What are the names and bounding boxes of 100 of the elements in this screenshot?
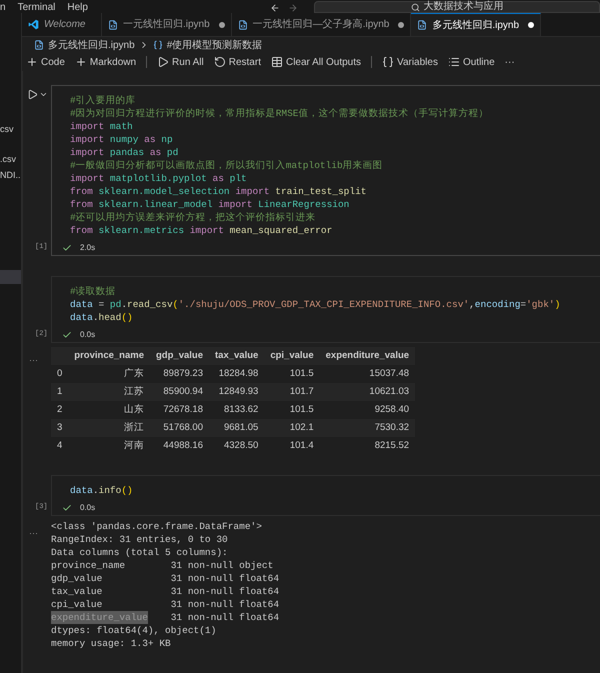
code-line: import math — [70, 120, 133, 133]
table-cell: 18284.98 — [218, 368, 258, 379]
execution-time: 0.0s — [80, 328, 96, 340]
output-line: memory usage: 1.3+ KB — [51, 637, 171, 650]
table-cell: 9258.40 — [374, 404, 410, 415]
search-field[interactable]: 大数据技术与应用 — [314, 1, 600, 13]
row-index: 0 — [57, 368, 62, 379]
table-cell: 101.4 — [290, 440, 314, 451]
toolbar-button[interactable]: Code — [26, 54, 65, 70]
column-info: 31 non-null object — [170, 559, 274, 572]
execution-time: 0.0s — [80, 502, 96, 514]
output-line: dtypes: float64(4), object(1) — [51, 624, 216, 637]
menu-item[interactable]: n — [0, 2, 6, 13]
column-header: expenditure_value — [326, 350, 410, 361]
menu-item[interactable]: Help — [67, 2, 88, 13]
cell-icon — [152, 40, 163, 50]
toolbar-button[interactable]: Outline — [448, 54, 495, 70]
code-cell[interactable] — [51, 85, 600, 256]
table-cell: 44988.16 — [163, 440, 203, 451]
column-name: expenditure_value — [51, 611, 148, 624]
code-line: import numpy as np — [70, 133, 173, 146]
toolbar-button[interactable]: Restart — [214, 54, 261, 70]
back-arrow-icon[interactable] — [270, 3, 280, 13]
table-cell: 101.7 — [290, 386, 314, 397]
code-line: data.head() — [70, 311, 133, 324]
check-icon — [62, 502, 72, 512]
table-cell: 河南 — [124, 440, 144, 451]
table-cell: 广东 — [124, 368, 144, 379]
restart-icon — [214, 56, 226, 68]
code-line: from sklearn.linear_model import LinearRegression — [70, 198, 350, 211]
column-name: province_name — [51, 559, 126, 572]
code-line: #一般做回归分析都可以画散点图，所以我们引入matplotlib用来画图 — [70, 159, 383, 172]
output-marker[interactable]: ··· — [29, 355, 38, 365]
column-info: 31 non-null float64 — [170, 585, 280, 598]
notebook-file-icon — [417, 20, 428, 30]
table-cell: 101.5 — [290, 404, 314, 415]
table-cell: 101.5 — [290, 368, 314, 379]
code-line: #读取数据 — [70, 285, 116, 298]
sidebar-item[interactable]: .csv — [0, 152, 21, 166]
run-icon — [157, 56, 170, 68]
output-marker[interactable]: ··· — [29, 528, 38, 538]
row-index: 3 — [57, 422, 62, 433]
editor-tab[interactable]: 多元线性回归.ipynb — [411, 13, 542, 36]
table-cell: 10621.03 — [369, 386, 410, 397]
table-cell: 8133.62 — [224, 404, 258, 415]
breadcrumb-item[interactable]: #使用模型预测新数据 — [166, 38, 262, 52]
column-header: province_name — [74, 350, 144, 361]
table-cell: 102.1 — [290, 422, 314, 433]
plus-icon — [26, 56, 38, 68]
table-cell: 江苏 — [124, 386, 144, 397]
output-line: <class 'pandas.core.frame.DataFrame'> — [51, 520, 262, 533]
toolbar-button[interactable]: Run All — [157, 54, 204, 70]
toolbar-button[interactable]: Clear All Outputs — [270, 54, 362, 70]
table-cell: 72678.18 — [163, 404, 203, 415]
sidebar-item[interactable]: NDI... — [0, 168, 21, 182]
table-cell: 15037.48 — [369, 368, 410, 379]
run-cell-icon[interactable] — [27, 89, 38, 100]
table-cell: 9681.05 — [224, 422, 258, 433]
notebook-file-icon — [108, 20, 118, 30]
output-line: Data columns (total 5 columns): — [51, 546, 228, 559]
variables-icon — [382, 56, 394, 68]
plus-icon — [74, 56, 87, 68]
check-icon — [62, 330, 72, 340]
notebook-file-icon — [238, 20, 248, 30]
toolbar-button[interactable]: Variables — [382, 54, 438, 70]
column-name: gdp_value — [51, 572, 102, 585]
editor-tab[interactable]: 一元线性回归.ipynb — [102, 13, 232, 36]
forward-arrow-icon[interactable] — [288, 3, 298, 13]
code-cell[interactable]: #读取数据 data = pd.read_csv('./shuju/ODS_PROV_GDP_TAX_CPI_EXPENDITURE_INFO.csv',encoding='gbk') data.head() 0.0s — [51, 276, 600, 343]
sidebar-item[interactable]: csv — [0, 122, 21, 136]
table-cell: 8215.52 — [374, 440, 410, 451]
column-name: cpi_value — [51, 598, 102, 611]
column-header: cpi_value — [270, 350, 314, 361]
menu-item[interactable]: Terminal — [18, 2, 56, 13]
row-index: 2 — [57, 404, 62, 415]
code-line: #引入要用的库 — [70, 94, 136, 107]
code-line: import pandas as pd — [70, 146, 178, 159]
column-name: tax_value — [51, 585, 102, 598]
column-info: 31 non-null float64 — [170, 598, 280, 611]
toolbar-button[interactable]: ··· — [504, 54, 515, 70]
code-line: data = pd.read_csv('./shuju/ODS_PROV_GDP_TAX_CPI_EXPENDITURE_INFO.csv',encoding='gbk') — [70, 298, 560, 311]
column-info: 31 non-null float64 — [170, 572, 280, 585]
table-cell: 7530.32 — [374, 422, 410, 433]
chevron-down-icon[interactable] — [39, 90, 48, 99]
check-icon — [62, 242, 72, 252]
code-line: data.info() — [70, 484, 133, 497]
table-cell: 浙江 — [124, 422, 144, 433]
column-header: gdp_value — [156, 350, 203, 361]
row-index: 1 — [57, 386, 62, 397]
breadcrumb-item[interactable]: 多元线性回归.ipynb — [48, 38, 135, 52]
table-cell: 51768.00 — [163, 422, 203, 433]
editor-tab[interactable]: Welcome — [22, 13, 102, 36]
code-line: import matplotlib.pyplot as plt — [70, 172, 247, 185]
code-line: #还可以用均方误差来评价方程，把这个评价指标引进来 — [70, 211, 316, 224]
output-line: RangeIndex: 31 entries, 0 to 30 — [51, 533, 228, 546]
table-cell: 4328.50 — [224, 440, 258, 451]
code-cell[interactable]: data.info() 0.0s — [51, 475, 600, 516]
toolbar-button[interactable]: Markdown — [74, 54, 136, 70]
clear-outputs-icon — [270, 56, 283, 68]
execution-time: 2.0s — [80, 242, 96, 254]
